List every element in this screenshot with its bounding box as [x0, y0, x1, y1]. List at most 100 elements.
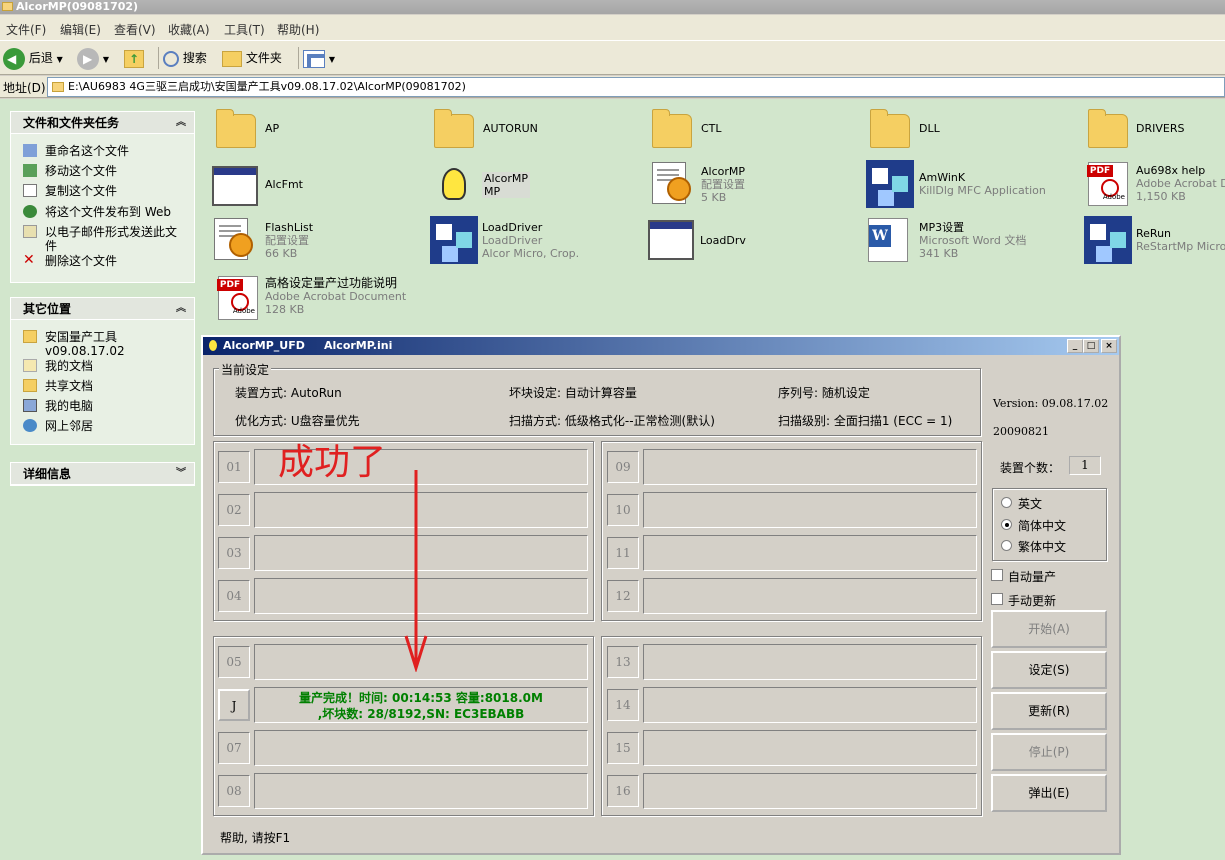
address-path: E:\AU6983 4G三驱三启成功\安国量产工具v09.08.17.02\Al… — [68, 80, 466, 93]
stop-button[interactable]: 停止(P) — [991, 733, 1107, 771]
language-english-radio[interactable]: 英文 — [1001, 495, 1101, 511]
pane-header[interactable]: 其它位置 ︽ — [11, 298, 194, 320]
up-folder-button[interactable]: ↑ — [124, 47, 144, 69]
menu-help[interactable]: 帮助(H) — [277, 21, 319, 38]
slot-status — [254, 773, 588, 809]
file-name: DRIVERS — [1136, 122, 1185, 135]
slot-number: 11 — [607, 537, 639, 569]
file-item[interactable]: DRIVERS — [1086, 109, 1225, 150]
file-name: CTL — [701, 122, 722, 135]
file-item[interactable]: FlashList 配置设置 66 KB — [212, 216, 412, 266]
copy-icon — [23, 184, 37, 197]
config-file-icon — [214, 218, 253, 260]
minimize-button[interactable]: _ — [1067, 339, 1083, 353]
settings-button[interactable]: 设定(S) — [991, 651, 1107, 689]
file-type: Microsoft Word 文档 — [919, 234, 1027, 247]
pane-header[interactable]: 详细信息 ︾ — [11, 463, 194, 485]
menu-file[interactable]: 文件(F) — [6, 21, 46, 38]
file-item[interactable]: ReRunReStartMp Microsc — [1084, 216, 1225, 266]
collapse-icon[interactable]: ︽ — [176, 112, 186, 134]
status-bar-text: 帮助, 请按F1 — [220, 831, 291, 845]
date-label: 20090821 — [993, 425, 1049, 438]
pdf-icon: PDF Adobe — [217, 276, 258, 320]
file-item[interactable]: AlcFmt — [212, 164, 412, 208]
file-size: 341 KB — [919, 247, 959, 260]
update-button[interactable]: 更新(R) — [991, 692, 1107, 730]
folder-icon — [216, 109, 256, 148]
folders-button[interactable]: 文件夹 — [222, 47, 282, 69]
maximize-button[interactable]: □ — [1083, 339, 1099, 353]
folder-icon — [222, 50, 242, 67]
details-pane: 详细信息 ︾ — [10, 462, 195, 486]
folder-icon — [23, 330, 37, 343]
chevron-down-icon: ▼ — [328, 55, 335, 64]
pane-title: 其它位置 — [23, 302, 72, 316]
collapse-icon[interactable]: ︽ — [176, 298, 186, 320]
application-icon — [212, 166, 258, 206]
file-name: LoadDriver — [482, 221, 543, 234]
radio-label: 英文 — [1018, 497, 1043, 511]
toolbar: ◀ 后退 ▼ ▶ ▼ ↑ 搜索 文件夹 ▼ — [0, 41, 1225, 75]
pane-title: 详细信息 — [23, 467, 72, 481]
cube-app-icon — [866, 160, 914, 208]
computer-icon — [23, 399, 37, 412]
address-field[interactable]: E:\AU6983 4G三驱三启成功\安国量产工具v09.08.17.02\Al… — [47, 77, 1225, 97]
address-bar: 地址(D) E:\AU6983 4G三驱三启成功\安国量产工具v09.08.17… — [0, 76, 1225, 98]
red-arrow-annotation — [404, 470, 428, 672]
start-button[interactable]: 开始(A) — [991, 610, 1107, 648]
language-traditional-radio[interactable]: 繁体中文 — [1001, 538, 1101, 554]
search-button[interactable]: 搜索 — [158, 47, 207, 69]
views-button[interactable]: ▼ — [298, 47, 335, 69]
device-mode-label: 装置方式: AutoRun — [235, 386, 342, 400]
task-label: 将这个文件发布到 Web — [45, 205, 171, 219]
file-item[interactable]: CTL — [650, 109, 850, 150]
slot-number: 15 — [607, 732, 639, 764]
menu-view[interactable]: 查看(V) — [114, 21, 156, 38]
close-button[interactable]: × — [1101, 339, 1117, 353]
expand-icon[interactable]: ︾ — [176, 463, 186, 485]
dialog-title-bar[interactable]: AlcorMP_UFD AlcorMP.ini _ □ × — [203, 337, 1119, 355]
file-item[interactable]: W MP3设置 Microsoft Word 文档 341 KB — [866, 216, 1076, 266]
file-name: LoadDrv — [700, 234, 746, 247]
forward-button[interactable]: ▶ ▼ — [77, 47, 109, 70]
slot-number: 12 — [607, 580, 639, 612]
slot-status — [254, 730, 588, 766]
menu-favorites[interactable]: 收藏(A) — [168, 21, 210, 38]
serial-label: 序列号: 随机设定 — [778, 386, 870, 400]
file-tasks-pane: 文件和文件夹任务 ︽ 重命名这个文件 移动这个文件 复制这个文件 将这个文件发布到… — [10, 111, 195, 283]
menu-tools[interactable]: 工具(T) — [224, 21, 265, 38]
language-simplified-radio[interactable]: 简体中文 — [1001, 517, 1101, 533]
group-title: 当前设定 — [219, 361, 272, 378]
menu-edit[interactable]: 编辑(E) — [60, 21, 101, 38]
slot-number: 14 — [607, 689, 639, 721]
slot-number: 16 — [607, 775, 639, 807]
auto-production-checkbox[interactable]: 自动量产 — [991, 568, 1101, 584]
slot-status — [643, 535, 977, 571]
place-label: 网上邻居 — [45, 419, 94, 433]
file-item[interactable]: LoadDrv — [648, 218, 848, 264]
eject-button[interactable]: 弹出(E) — [991, 774, 1107, 812]
file-item[interactable]: PDFAdobe Au698x helpAdobe Acrobat Doc1,15… — [1084, 160, 1225, 210]
file-item[interactable]: AUTORUN — [432, 109, 632, 150]
slot-number: 04 — [218, 580, 250, 612]
file-item[interactable]: AlcorMP MP — [432, 164, 632, 208]
back-button[interactable]: ◀ 后退 ▼ — [3, 47, 63, 70]
application-icon — [648, 220, 694, 260]
cube-app-icon — [430, 216, 478, 264]
device-count-field[interactable]: 1 — [1069, 456, 1101, 475]
file-item[interactable]: AmWinK KillDlg MFC Application — [866, 160, 1076, 210]
folder-icon — [2, 2, 13, 11]
file-type: LoadDriver — [482, 234, 543, 247]
file-item[interactable]: AlcorMP 配置设置 5 KB — [650, 160, 850, 210]
checkbox-icon — [991, 569, 1003, 581]
file-item[interactable]: AP — [214, 109, 414, 150]
file-item[interactable]: LoadDriver LoadDriver Alcor Micro, Crop. — [430, 216, 640, 266]
shared-folder-icon — [23, 379, 37, 392]
slot-status — [643, 773, 977, 809]
manual-update-checkbox[interactable]: 手动更新 — [991, 592, 1101, 608]
slot-06-button[interactable]: J — [218, 689, 250, 721]
file-item[interactable]: DLL — [868, 109, 1068, 150]
pane-header[interactable]: 文件和文件夹任务 ︽ — [11, 112, 194, 134]
slot-status — [643, 687, 977, 723]
file-item[interactable]: PDF Adobe 高格设定量产过功能说明 Adobe Acrobat Documen… — [212, 274, 412, 324]
